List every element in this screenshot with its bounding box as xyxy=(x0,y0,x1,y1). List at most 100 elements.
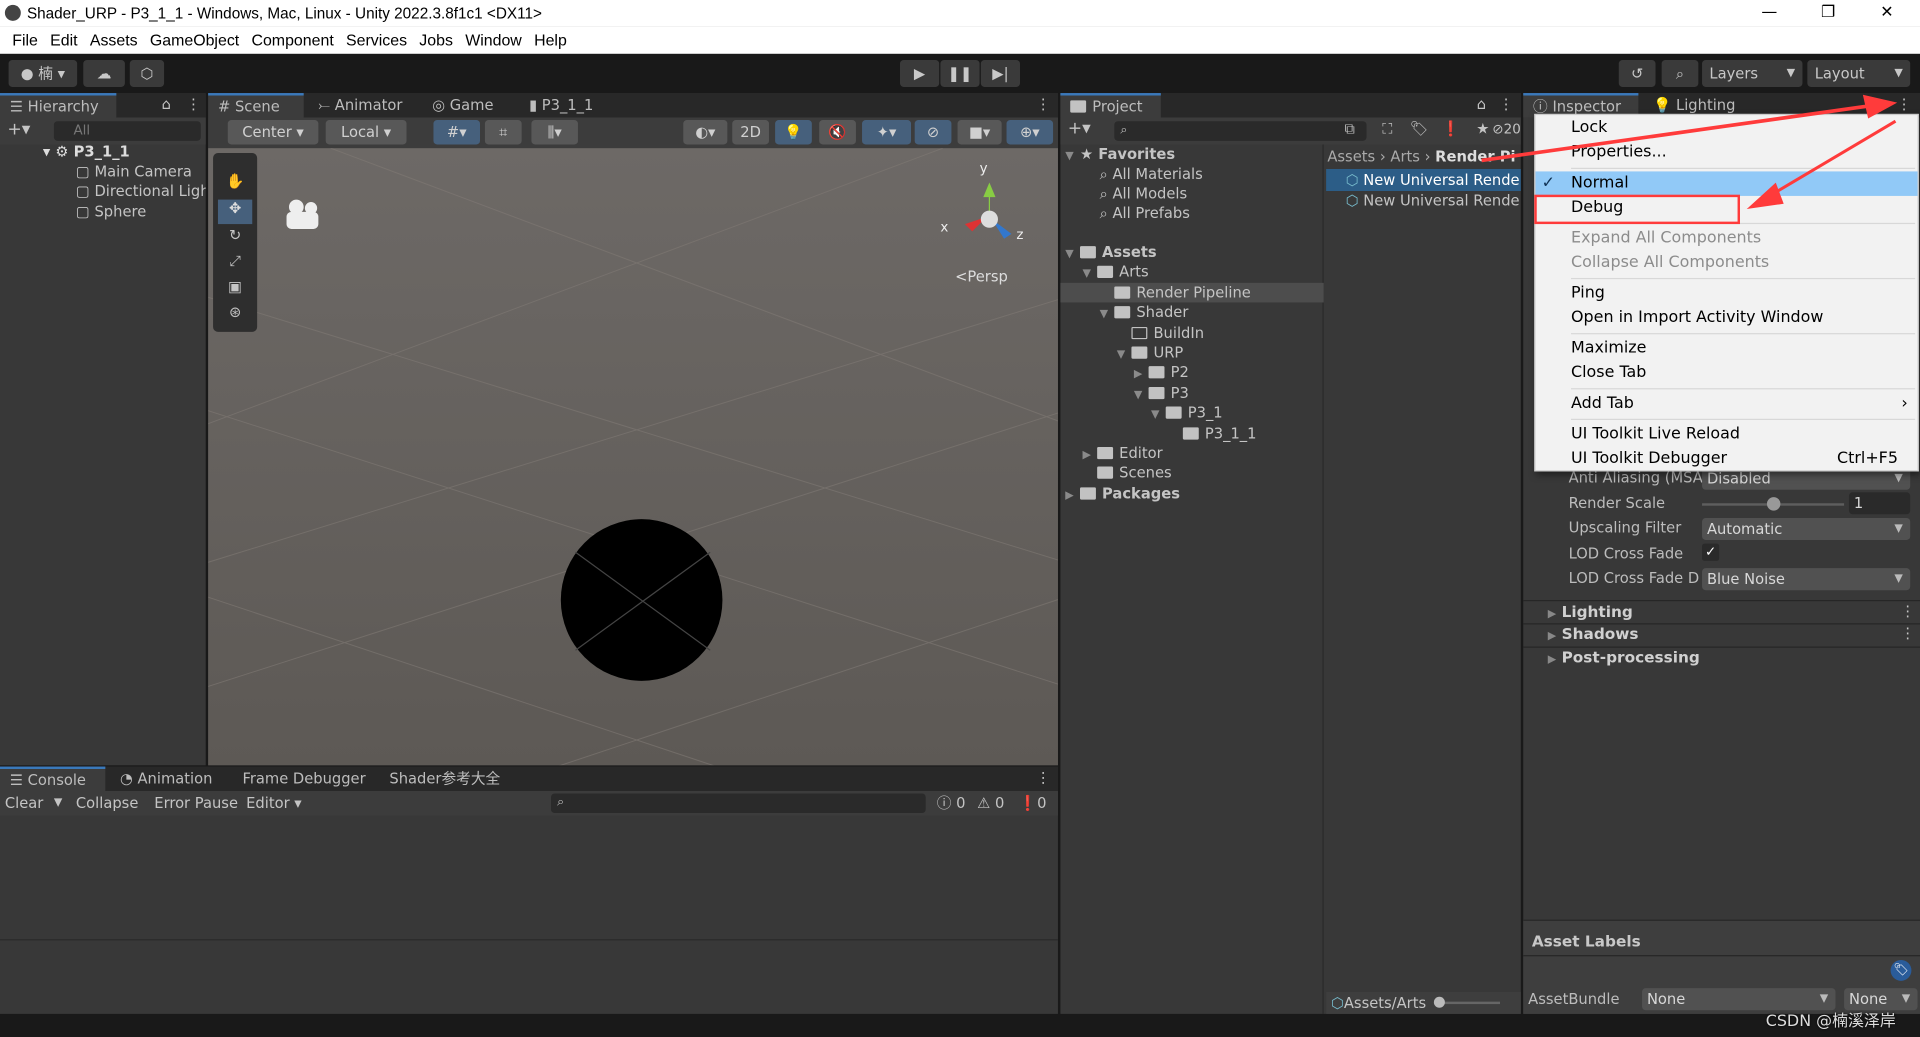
menu-jobs[interactable]: Jobs xyxy=(413,27,459,54)
section-lighting[interactable]: ▶ Lighting xyxy=(1548,602,1633,620)
menu-window[interactable]: Window xyxy=(459,27,528,54)
tab-scene[interactable]: # Scene xyxy=(208,93,304,118)
rotate-tool-icon[interactable]: ↻ xyxy=(218,227,252,251)
filter-log-icon[interactable]: ❗ xyxy=(1438,120,1465,137)
lock-icon[interactable]: ⌂ xyxy=(162,96,171,113)
folder-item[interactable]: BuildIn xyxy=(1117,323,1204,343)
folder-item[interactable]: ▶ P2 xyxy=(1134,363,1189,383)
minimize-button[interactable]: — xyxy=(1741,0,1797,27)
hierarchy-search-input[interactable]: All xyxy=(53,121,201,141)
lod-dither-dropdown[interactable]: Blue Noise ▼ xyxy=(1702,568,1911,591)
hidden-packages-toggle[interactable]: ⊘20 xyxy=(1474,121,1520,137)
play-button[interactable]: ▶ xyxy=(900,60,940,87)
scene-viewport[interactable]: ✋ ✥ ↻ ⤢ ▣ ⊛ y x z <Persp xyxy=(208,148,1058,766)
space-dropdown[interactable]: Local ▾ xyxy=(325,120,407,145)
history-icon[interactable]: ↺ xyxy=(1618,60,1656,87)
breadcrumb-assets[interactable]: Assets xyxy=(1327,148,1375,165)
favorites-header[interactable]: ▼ ★ Favorites xyxy=(1065,144,1175,164)
favorite-item[interactable]: ⌕ All Models xyxy=(1100,184,1188,204)
tab-project[interactable]: Project xyxy=(1060,93,1161,118)
error-pause-button[interactable]: Error Pause xyxy=(154,791,238,815)
more-icon[interactable]: ⋮ xyxy=(1499,96,1514,113)
hidden-objects-icon[interactable]: ⊘ xyxy=(914,120,952,145)
scene-root[interactable]: ▾ ⚙ P3_1_1 xyxy=(43,142,130,162)
maximize-button[interactable]: ❐ xyxy=(1800,0,1856,27)
lock-icon[interactable]: ⌂ xyxy=(1477,96,1486,113)
slider-handle[interactable] xyxy=(1766,497,1781,511)
favorite-item[interactable]: ⌕ All Materials xyxy=(1100,164,1203,184)
tab-frame-debugger[interactable]: Frame Debugger xyxy=(233,767,376,791)
scale-tool-icon[interactable]: ⤢ xyxy=(218,252,252,276)
menu-item-add-tab[interactable]: Add Tab › xyxy=(1536,392,1918,416)
hierarchy-item[interactable]: ▢ Main Camera xyxy=(76,162,192,182)
pause-button[interactable]: ❚❚ xyxy=(940,60,980,87)
account-button[interactable]: ● 楠 ▾ xyxy=(8,60,78,87)
tab-shader-reference[interactable]: Shader参考大全 xyxy=(380,767,510,791)
toggle-2d-button[interactable]: 2D xyxy=(732,120,769,145)
more-icon[interactable]: ⋮ xyxy=(1036,96,1051,113)
hand-tool-icon[interactable]: ✋ xyxy=(218,173,252,197)
menu-item-close-tab[interactable]: Close Tab xyxy=(1536,361,1918,385)
menu-item-normal[interactable]: ✓ Normal xyxy=(1535,171,1918,196)
camera-icon[interactable]: ■▾ xyxy=(957,120,1002,145)
render-scale-input[interactable]: 1 xyxy=(1848,492,1911,515)
favorite-item[interactable]: ⌕ All Prefabs xyxy=(1100,203,1190,223)
editor-dropdown[interactable]: Editor ▾ xyxy=(246,791,302,815)
audio-toggle-icon[interactable]: 🔇 xyxy=(819,120,856,145)
expand-arrow-icon[interactable]: ▼ xyxy=(1065,245,1080,265)
folder-item[interactable]: ▼ URP xyxy=(1117,343,1184,363)
cloud-icon[interactable]: ☁ xyxy=(83,60,125,87)
upscaling-filter-dropdown[interactable]: Automatic ▼ xyxy=(1702,517,1911,541)
filter-type-icon[interactable]: ⛶ xyxy=(1374,120,1401,138)
tab-game[interactable]: ◎ Game xyxy=(422,93,503,117)
filter-label-icon[interactable]: 🏷 xyxy=(1406,120,1433,137)
search-options-icon[interactable]: ⧉ xyxy=(1344,120,1355,138)
collapse-arrow-icon[interactable]: ▶ xyxy=(1134,365,1149,385)
menu-help[interactable]: Help xyxy=(528,27,573,54)
create-icon[interactable]: +▾ xyxy=(1068,119,1091,139)
console-search-input[interactable]: ⌕ xyxy=(551,793,926,814)
menu-assets[interactable]: Assets xyxy=(84,27,144,54)
lighting-toggle-icon[interactable]: 💡 xyxy=(775,120,812,145)
layers-dropdown[interactable]: Layers ▼ xyxy=(1702,60,1803,87)
menu-file[interactable]: File xyxy=(6,27,44,54)
search-icon[interactable]: ⌕ xyxy=(1661,60,1699,87)
expand-arrow-icon[interactable]: ▼ xyxy=(1151,406,1166,426)
file-item[interactable]: ⬡ New Universal Rende xyxy=(1326,191,1521,211)
hierarchy-item[interactable]: ▢ Directional Light xyxy=(76,181,206,201)
project-search-input[interactable]: ⌕ xyxy=(1114,121,1367,141)
warning-count-toggle[interactable]: ⚠ 0 xyxy=(977,791,1004,815)
rect-tool-icon[interactable]: ▣ xyxy=(218,278,252,302)
tab-animator[interactable]: ⤚ Animator xyxy=(309,93,413,117)
increment-snap-icon[interactable]: ⫼▾ xyxy=(531,120,578,145)
grid-snap-icon[interactable]: #▾ xyxy=(433,120,481,145)
pivot-dropdown[interactable]: Center ▾ xyxy=(227,120,319,145)
section-post-processing[interactable]: ▶ Post-processing xyxy=(1548,648,1700,666)
collapse-button[interactable]: Collapse xyxy=(76,791,138,815)
clear-button[interactable]: Clear xyxy=(5,791,43,815)
expand-arrow-icon[interactable]: ▼ xyxy=(1100,305,1115,325)
folder-item[interactable]: ▼ P3 xyxy=(1134,383,1189,403)
menu-component[interactable]: Component xyxy=(245,27,340,54)
more-icon[interactable]: ⋮ xyxy=(186,96,201,113)
tab-animation[interactable]: ◔ Animation xyxy=(110,767,222,791)
lod-cross-fade-checkbox[interactable]: ✓ xyxy=(1702,543,1720,561)
transform-tool-icon[interactable]: ⊛ xyxy=(218,304,252,328)
folder-item[interactable]: Scenes xyxy=(1082,463,1172,483)
menu-edit[interactable]: Edit xyxy=(44,27,84,54)
menu-item-debug[interactable]: Debug xyxy=(1536,196,1918,220)
section-shadows[interactable]: ▶ Shadows xyxy=(1548,624,1639,642)
expand-arrow-icon[interactable]: ▼ xyxy=(1134,385,1149,405)
more-icon[interactable]: ⋮ xyxy=(1900,602,1915,619)
menu-item-open-in-import-activity-window[interactable]: Open in Import Activity Window xyxy=(1536,306,1918,330)
menu-item-lock[interactable]: Lock xyxy=(1536,116,1918,140)
effects-icon[interactable]: ✦▾ xyxy=(862,120,912,145)
tab-hierarchy[interactable]: ☰ Hierarchy xyxy=(0,93,117,118)
add-icon[interactable]: +▾ xyxy=(7,120,30,140)
file-item[interactable]: ⬡ New Universal Rende xyxy=(1326,168,1521,192)
folder-item[interactable]: Render Pipeline xyxy=(1060,282,1324,303)
tab-p3-1-1[interactable]: ▮ P3_1_1 xyxy=(519,93,603,117)
folder-item[interactable]: ▼ P3_1 xyxy=(1151,403,1223,423)
tab-console[interactable]: ☰ Console xyxy=(0,766,106,792)
folder-item[interactable]: P3_1_1 xyxy=(1168,423,1256,443)
